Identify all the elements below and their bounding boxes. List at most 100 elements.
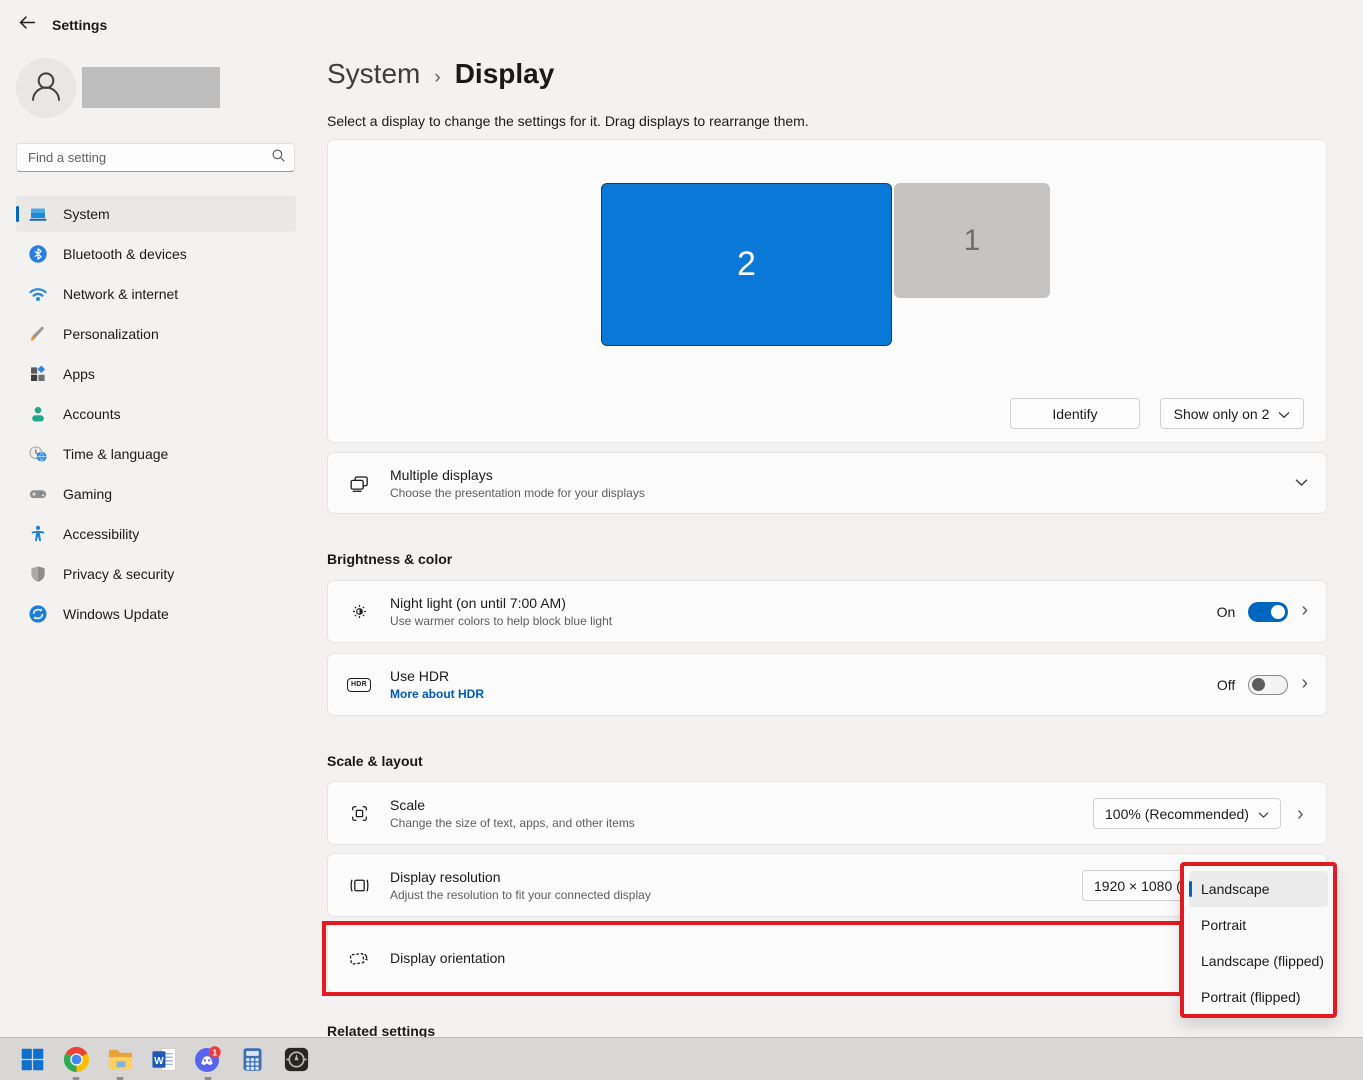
chrome-icon[interactable] [61,1044,91,1074]
calculator-icon[interactable] [237,1044,267,1074]
hdr-icon: HDR [328,678,390,692]
scale-value: 100% (Recommended) [1105,806,1249,822]
multiple-displays-subtitle: Choose the presentation mode for your di… [390,486,1295,500]
sidebar-item-network-internet[interactable]: Network & internet [16,276,296,312]
night-light-state: On [1217,604,1236,620]
sidebar-item-system[interactable]: System [16,196,296,232]
sidebar-item-label: Accounts [63,406,121,422]
accessibility-icon [28,524,48,544]
chevron-down-icon[interactable] [1295,474,1308,492]
show-only-dropdown[interactable]: Show only on 2 [1160,398,1304,429]
breadcrumb: System › Display [327,58,554,90]
multiple-displays-title: Multiple displays [390,467,1295,483]
chevron-right-icon[interactable]: › [1297,804,1304,827]
back-arrow-icon [19,14,36,36]
avatar[interactable] [16,58,76,118]
display-resolution-icon [328,874,390,897]
monitor-1[interactable]: 1 [894,183,1050,298]
sidebar-item-gaming[interactable]: Gaming [16,476,296,512]
sidebar-item-label: Accessibility [63,526,139,542]
apps-icon [28,364,48,384]
scale-value-dropdown[interactable]: 100% (Recommended) [1093,798,1281,829]
update-icon [28,604,48,624]
night-light-row[interactable]: Night light (on until 7:00 AM) Use warme… [327,580,1327,643]
multiple-displays-row[interactable]: Multiple displays Choose the presentatio… [327,452,1327,514]
sidebar-item-label: Privacy & security [63,566,174,582]
discord-icon[interactable]: 1 [193,1044,223,1074]
windows-settings-display-screen: { "window": { "title": "Settings" }, "si… [0,0,1363,1080]
chevron-down-icon [1258,806,1269,822]
sidebar-item-label: Gaming [63,486,112,502]
taskbar: W 1 [0,1037,1363,1080]
clock-globe-icon [28,444,48,464]
sidebar-nav: System Bluetooth & devices Network & int… [0,196,312,636]
shield-icon [28,564,48,584]
wifi-icon [28,284,48,304]
resolution-value: 1920 × 1080 ( [1094,878,1181,894]
identify-button[interactable]: Identify [1010,398,1140,429]
sidebar-item-accessibility[interactable]: Accessibility [16,516,296,552]
person-icon [23,63,69,114]
chevron-down-icon [1278,406,1290,422]
use-hdr-toggle[interactable] [1248,675,1288,695]
section-brightness-color: Brightness & color [327,551,452,567]
monitor-2[interactable]: 2 [601,183,892,346]
more-about-hdr-link[interactable]: More about HDR [390,687,1217,701]
svg-text:W: W [154,1055,164,1066]
gamepad-icon [28,484,48,504]
orientation-option-portrait-flipped[interactable]: Portrait (flipped) [1189,979,1328,1015]
breadcrumb-system[interactable]: System [327,58,420,90]
sidebar-item-label: Time & language [63,446,168,462]
sidebar-item-personalization[interactable]: Personalization [16,316,296,352]
sidebar-item-label: Apps [63,366,95,382]
night-light-icon [328,600,390,623]
search-icon[interactable] [271,148,286,168]
display-orientation-icon [328,946,390,970]
sidebar-item-accounts[interactable]: Accounts [16,396,296,432]
bluetooth-icon [28,244,48,264]
display-orientation-row[interactable]: Display orientation [327,922,1327,993]
sidebar-item-label: Personalization [63,326,159,342]
world-of-tanks-icon[interactable] [281,1044,311,1074]
back-button[interactable] [14,12,40,38]
night-light-toggle[interactable] [1248,602,1288,622]
scale-icon [328,802,390,825]
chevron-right-icon[interactable]: › [1301,673,1308,696]
search-box[interactable] [16,143,295,172]
window-title: Settings [52,17,107,33]
orientation-dropdown-menu: Landscape Portrait Landscape (flipped) P… [1180,862,1337,1018]
night-light-subtitle: Use warmer colors to help block blue lig… [390,614,1217,628]
search-input[interactable] [28,150,271,165]
paintbrush-icon [28,324,48,344]
page-title: Display [455,58,555,90]
breadcrumb-separator: › [434,67,440,89]
sidebar-item-windows-update[interactable]: Windows Update [16,596,296,632]
page-subtitle: Select a display to change the settings … [327,113,809,129]
sidebar-item-label: Windows Update [63,606,169,622]
account-name-redacted [82,67,220,108]
sidebar-item-privacy-security[interactable]: Privacy & security [16,556,296,592]
display-arrangement-panel: 2 1 Identify Show only on 2 [327,139,1327,443]
display-orientation-title: Display orientation [390,950,1308,966]
use-hdr-state: Off [1217,677,1235,693]
sidebar-item-bluetooth-devices[interactable]: Bluetooth & devices [16,236,296,272]
file-explorer-icon[interactable] [105,1044,135,1074]
sidebar-item-label: Network & internet [63,286,178,302]
use-hdr-row[interactable]: HDR Use HDR More about HDR Off › [327,653,1327,716]
sidebar-item-time-language[interactable]: Time & language [16,436,296,472]
chevron-right-icon[interactable]: › [1301,600,1308,623]
show-only-label: Show only on 2 [1174,406,1270,422]
use-hdr-title: Use HDR [390,668,1217,684]
sidebar-item-label: Bluetooth & devices [63,246,187,262]
orientation-option-portrait[interactable]: Portrait [1189,907,1328,943]
section-scale-layout: Scale & layout [327,753,423,769]
start-button-icon[interactable] [17,1044,47,1074]
discord-badge: 1 [212,1047,217,1057]
orientation-option-landscape[interactable]: Landscape [1189,871,1328,907]
sidebar-item-label: System [63,206,110,222]
accounts-icon [28,404,48,424]
sidebar-item-apps[interactable]: Apps [16,356,296,392]
orientation-option-landscape-flipped[interactable]: Landscape (flipped) [1189,943,1328,979]
word-icon[interactable]: W [149,1044,179,1074]
system-icon [28,204,48,224]
